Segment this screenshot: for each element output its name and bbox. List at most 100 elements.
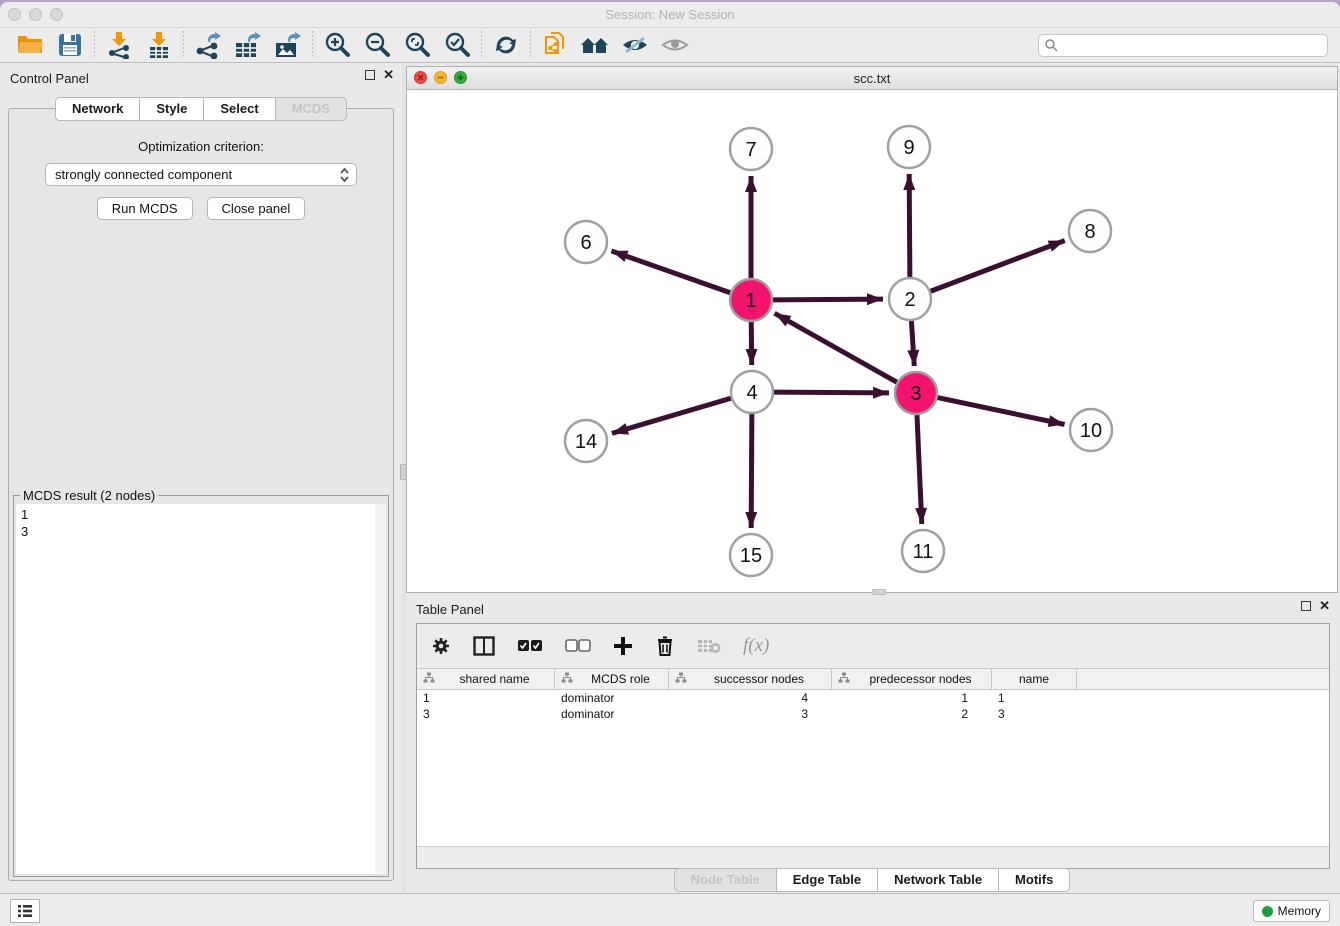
export-network-icon[interactable] (188, 30, 228, 60)
tab-style[interactable]: Style (140, 97, 204, 121)
tab-network[interactable]: Network (55, 97, 140, 121)
cell-shared-name[interactable]: 1 (417, 690, 555, 706)
optimization-criterion-select[interactable]: strongly connected component (45, 163, 357, 186)
graph-node-label: 14 (575, 431, 597, 453)
refresh-layout-icon[interactable] (486, 30, 526, 60)
mcds-result-item[interactable]: 3 (21, 523, 386, 540)
graph-node-label: 3 (910, 383, 921, 405)
import-table-icon[interactable] (139, 30, 179, 60)
folder-open-icon[interactable] (10, 30, 50, 60)
control-panel-body: Optimization criterion: strongly connect… (8, 108, 394, 881)
graph-node-label: 9 (903, 137, 914, 159)
table-row[interactable]: 3dominator323 (417, 706, 1329, 722)
workspace: Control Panel ✕ NetworkStyleSelectMCDS O… (0, 64, 1340, 893)
network-close-button[interactable] (414, 71, 427, 84)
zoom-in-icon[interactable] (317, 30, 357, 60)
run-mcds-button[interactable]: Run MCDS (97, 197, 193, 220)
cell-predecessor-nodes[interactable]: 1 (832, 690, 992, 706)
network-window-title: scc.txt (407, 67, 1337, 90)
hierarchy-icon (423, 672, 435, 687)
zoom-fit-icon[interactable] (397, 30, 437, 60)
eye-icon[interactable] (655, 30, 695, 60)
edge-1-2[interactable] (773, 299, 883, 300)
import-network-icon[interactable] (99, 30, 139, 60)
cell-predecessor-nodes[interactable]: 2 (832, 706, 992, 722)
tab-mcds[interactable]: MCDS (276, 97, 347, 121)
column-header-label: MCDS role (579, 672, 668, 686)
close-window-button[interactable] (8, 8, 21, 21)
tab-edge-table[interactable]: Edge Table (777, 868, 878, 892)
zoom-out-icon[interactable] (357, 30, 397, 60)
column-header-MCDS-role[interactable]: MCDS role (555, 669, 669, 689)
toolbar-separator (481, 31, 482, 59)
mcds-result-list[interactable]: 13 (16, 504, 386, 874)
graph-node-label: 2 (904, 289, 915, 311)
save-icon[interactable] (50, 30, 90, 60)
edge-3-1[interactable] (775, 313, 897, 382)
cell-successor-nodes[interactable]: 4 (669, 690, 832, 706)
table-tabs: Node TableEdge TableNetwork TableMotifs (406, 868, 1338, 892)
table-panel: Table Panel ✕ (406, 595, 1338, 893)
close-table-panel-icon[interactable]: ✕ (1319, 601, 1330, 611)
column-header-successor-nodes[interactable]: successor nodes (669, 669, 832, 689)
table-row[interactable]: 1dominator411 (417, 690, 1329, 706)
network-minimize-button[interactable] (434, 71, 447, 84)
edge-4-15[interactable] (751, 414, 752, 528)
cell-name[interactable]: 1 (992, 690, 1077, 706)
network-maximize-button[interactable] (454, 71, 467, 84)
cell-shared-name[interactable]: 3 (417, 706, 555, 722)
export-table-icon[interactable] (228, 30, 268, 60)
first-neighbors-icon[interactable] (535, 30, 575, 60)
memory-button[interactable]: Memory (1253, 900, 1330, 922)
delete-column-icon[interactable] (655, 635, 675, 657)
cell-MCDS-role[interactable]: dominator (555, 690, 669, 706)
main-toolbar (0, 28, 1340, 63)
optimization-criterion-label: Optimization criterion: (9, 139, 393, 154)
edge-4-14[interactable] (612, 398, 731, 433)
minimize-window-button[interactable] (29, 8, 42, 21)
graph-node-label: 11 (913, 541, 934, 563)
network-window-titlebar[interactable]: scc.txt (407, 67, 1337, 90)
edge-1-6[interactable] (611, 251, 730, 293)
function-builder-icon: f(x) (743, 635, 769, 657)
float-panel-icon[interactable] (365, 70, 375, 80)
cell-successor-nodes[interactable]: 3 (669, 706, 832, 722)
edge-2-9[interactable] (909, 174, 910, 277)
edge-2-3[interactable] (911, 321, 914, 366)
zoom-selected-icon[interactable] (437, 30, 477, 60)
column-header-predecessor-nodes[interactable]: predecessor nodes (832, 669, 992, 689)
table-horizontal-scrollbar[interactable] (417, 846, 1329, 868)
edge-3-10[interactable] (938, 398, 1065, 425)
edge-3-11[interactable] (917, 415, 922, 524)
window-controls (8, 8, 63, 21)
cell-name[interactable]: 3 (992, 706, 1077, 722)
toolbar-separator (183, 31, 184, 59)
tab-select[interactable]: Select (204, 97, 275, 121)
close-panel-icon[interactable]: ✕ (383, 70, 394, 80)
gear-icon[interactable] (431, 636, 451, 656)
export-image-icon[interactable] (268, 30, 308, 60)
select-all-icon[interactable] (517, 639, 543, 653)
column-header-label: name (998, 672, 1076, 686)
tab-node-table[interactable]: Node Table (674, 868, 777, 892)
eye-slash-icon[interactable] (615, 30, 655, 60)
network-canvas[interactable]: 7968124314101511 (407, 91, 1337, 592)
mcds-result-scrollbar[interactable] (375, 504, 386, 874)
cell-MCDS-role[interactable]: dominator (555, 706, 669, 722)
search-input[interactable] (1038, 34, 1328, 57)
home-icon[interactable] (575, 30, 615, 60)
columns-icon[interactable] (473, 636, 495, 656)
close-panel-button[interactable]: Close panel (207, 197, 306, 220)
tab-motifs[interactable]: Motifs (999, 868, 1070, 892)
float-table-panel-icon[interactable] (1301, 601, 1311, 611)
column-header-name[interactable]: name (992, 669, 1077, 689)
zoom-window-button[interactable] (50, 8, 63, 21)
task-history-button[interactable] (10, 899, 40, 923)
edge-2-8[interactable] (931, 241, 1065, 292)
edge-4-3[interactable] (774, 392, 889, 393)
column-header-shared-name[interactable]: shared name (417, 669, 555, 689)
mcds-result-item[interactable]: 1 (21, 506, 386, 523)
deselect-all-icon[interactable] (565, 639, 591, 653)
tab-network-table[interactable]: Network Table (878, 868, 999, 892)
add-column-icon[interactable] (613, 636, 633, 656)
